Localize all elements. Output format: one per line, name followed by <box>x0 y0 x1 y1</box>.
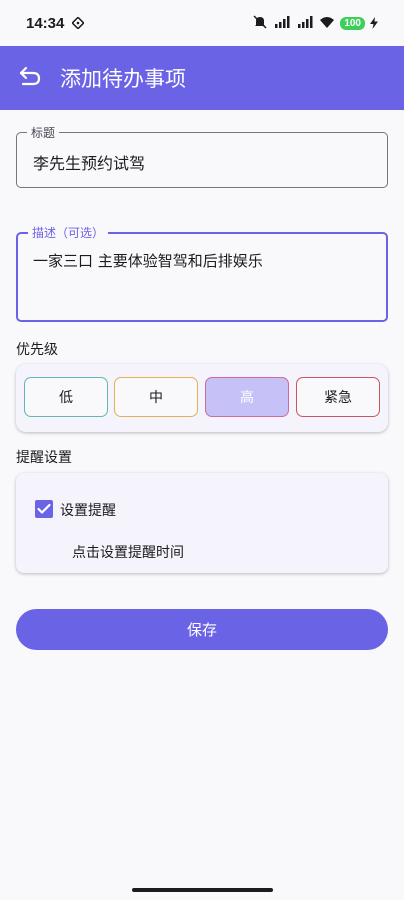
description-field[interactable]: 描述（可选） 一家三口 主要体验智驾和后排娱乐 <box>16 224 388 322</box>
signal-1-icon <box>273 14 291 33</box>
reminder-checkbox[interactable] <box>35 500 53 518</box>
back-arrow-icon <box>18 65 42 91</box>
charging-icon <box>370 14 378 33</box>
mute-vibrate-icon <box>252 14 268 33</box>
status-bar: 14:34 100 <box>0 0 404 46</box>
reminder-checkbox-label[interactable]: 设置提醒 <box>60 500 116 520</box>
signal-2-icon <box>296 14 314 33</box>
checkmark-icon <box>37 500 51 519</box>
set-reminder-time-link[interactable]: 点击设置提醒时间 <box>72 542 184 562</box>
notification-icon <box>71 14 86 33</box>
battery-level: 100 <box>340 16 365 30</box>
title-field-value[interactable]: 李先生预约试驾 <box>33 150 145 174</box>
save-button[interactable]: 保存 <box>16 609 388 650</box>
title-field[interactable]: 标题 李先生预约试驾 <box>16 124 388 188</box>
priority-high-button[interactable]: 高 <box>205 377 289 417</box>
priority-medium-label: 中 <box>149 390 163 406</box>
priority-urgent-label: 紧急 <box>324 390 352 406</box>
description-field-value[interactable]: 一家三口 主要体验智驾和后排娱乐 <box>33 250 263 271</box>
app-bar: 添加待办事项 <box>0 46 404 110</box>
description-field-label: 描述（可选） <box>28 224 109 241</box>
wifi-icon <box>319 14 335 33</box>
priority-urgent-button[interactable]: 紧急 <box>296 377 380 417</box>
reminder-card: 设置提醒 点击设置提醒时间 <box>16 473 388 573</box>
save-button-label: 保存 <box>186 621 217 639</box>
reminder-section-title: 提醒设置 <box>16 450 72 466</box>
status-time: 14:34 <box>26 14 65 32</box>
priority-medium-button[interactable]: 中 <box>114 377 198 417</box>
home-indicator[interactable] <box>132 888 273 892</box>
priority-low-label: 低 <box>59 390 73 406</box>
priority-low-button[interactable]: 低 <box>24 377 108 417</box>
priority-selector: 低 中 高 紧急 <box>16 364 388 432</box>
priority-high-label: 高 <box>240 390 254 406</box>
back-button[interactable] <box>0 46 60 110</box>
page-title: 添加待办事项 <box>60 67 186 91</box>
priority-section-title: 优先级 <box>16 342 58 358</box>
title-field-label: 标题 <box>27 124 60 141</box>
